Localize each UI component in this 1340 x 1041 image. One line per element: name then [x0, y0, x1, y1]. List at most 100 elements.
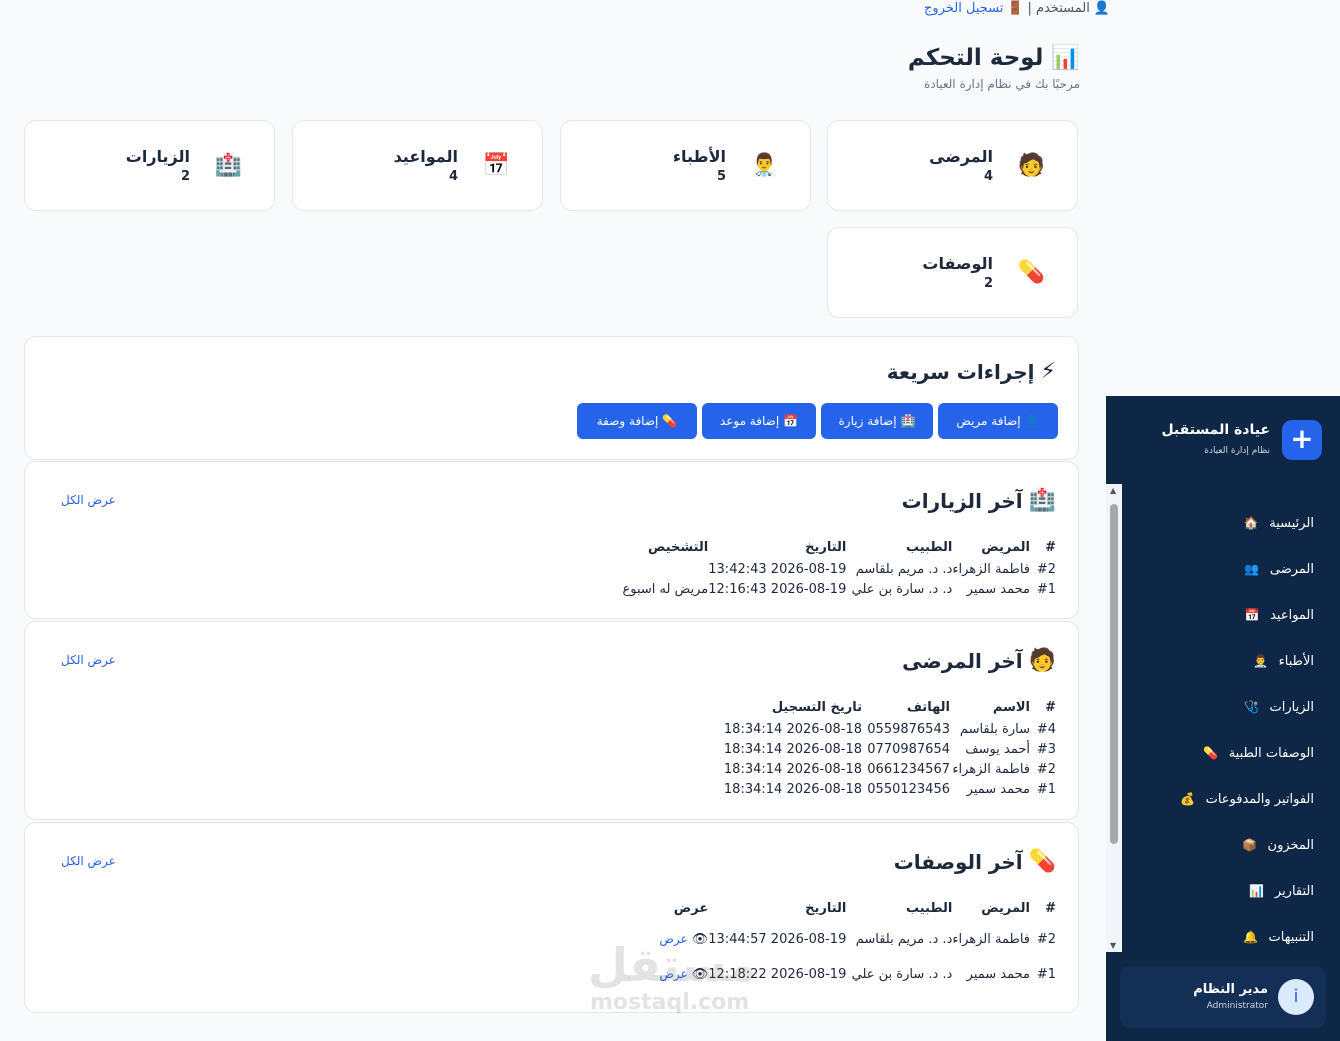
col-header: عرض: [673, 901, 709, 916]
table-header: # الاسم الهاتف تاريخ التسجيل: [724, 700, 1056, 719]
col-header: تاريخ التسجيل: [771, 700, 862, 715]
col-header: التشخيص: [647, 540, 709, 555]
user-role: Administrator: [1206, 1001, 1268, 1011]
logout-link[interactable]: تسجيل الخروج: [924, 1, 1003, 16]
col-header: الطبيب: [905, 901, 953, 916]
stat-card-prescriptions[interactable]: 💊 الوصفات 2: [827, 227, 1078, 318]
scroll-thumb[interactable]: [1110, 504, 1118, 844]
view-all-link[interactable]: عرض الكل: [61, 854, 116, 868]
doctor-icon: 👨‍⚕️: [1253, 654, 1269, 668]
quick-actions: 👤 إضافة مريض 🏥 إضافة زيارة 📅 إضافة موعد …: [577, 403, 1058, 439]
users-icon: 👥: [1244, 562, 1260, 576]
table-row: #2 فاطمة الزهراء د. د. مريم بلقاسم 2026-…: [708, 562, 1056, 577]
home-icon: 🏠: [1243, 516, 1259, 530]
view-all-link[interactable]: عرض الكل: [61, 493, 116, 507]
user-label: المستخدم: [1035, 0, 1090, 16]
col-header: الهاتف: [906, 700, 950, 715]
user-profile[interactable]: i مدير النظام Administrator: [1120, 966, 1326, 1028]
pill-icon: 💊: [662, 414, 678, 428]
user-icon: 👤: [1024, 414, 1040, 428]
sidebar-scrollbar[interactable]: ▲ ▼: [1106, 484, 1122, 952]
stat-card-appointments[interactable]: 📅 المواعيد 4: [292, 120, 543, 211]
money-bag-icon: 💰: [1180, 792, 1196, 806]
watermark-logo: مستقل: [588, 938, 757, 992]
sidebar-nav: 🏠 الرئيسية 👥 المرضى 📅 المواعيد 👨‍⚕️ الأط…: [1122, 484, 1340, 952]
sidebar: + عيادة المستقبل نظام إدارة العيادة ▲ ▼ …: [1106, 396, 1340, 1041]
add-prescription-button[interactable]: 💊 إضافة وصفة: [577, 403, 697, 439]
stat-label: الوصفات: [922, 254, 993, 273]
latest-prescriptions-panel: 💊 آخر الوصفات عرض الكل # المريض الطبيب ا…: [24, 822, 1079, 1013]
stat-value: 4: [448, 169, 458, 184]
sidebar-item-billing[interactable]: 💰 الفواتير والمدفوعات: [1180, 788, 1314, 810]
table-header: # المريض الطبيب التاريخ عرض: [638, 901, 1056, 920]
chart-icon: 📊: [1051, 45, 1080, 71]
pill-icon: 💊: [1203, 746, 1219, 760]
stat-value: 2: [180, 169, 190, 184]
quick-actions-panel: ⚡ إجراءات سريعة 👤 إضافة مريض 🏥 إضافة زيا…: [24, 336, 1079, 460]
panel-title: 🏥 آخر الزيارات: [901, 488, 1056, 513]
stethoscope-icon: 🩺: [1244, 700, 1260, 714]
add-visit-button[interactable]: 🏥 إضافة زيارة: [821, 403, 933, 439]
user-icon: 👤: [1093, 0, 1110, 16]
sidebar-item-appointments[interactable]: 📅 المواعيد: [1244, 604, 1314, 626]
latest-patients-panel: 🧑 آخر المرضى عرض الكل # الاسم الهاتف تار…: [24, 621, 1079, 820]
sidebar-item-patients[interactable]: 👥 المرضى: [1244, 558, 1314, 580]
calendar-icon: 📅: [783, 414, 799, 428]
sidebar-item-home[interactable]: 🏠 الرئيسية: [1243, 512, 1314, 534]
calendar-icon: 📅: [482, 153, 510, 178]
stat-card-visits[interactable]: 🏥 الزيارات 2: [24, 120, 275, 211]
bell-icon: 🔔: [1243, 930, 1258, 944]
user-name: مدير النظام: [1193, 982, 1268, 997]
box-icon: 📦: [1242, 838, 1257, 852]
page-subtitle: مرحبًا بك في نظام إدارة العيادة: [923, 77, 1080, 91]
page-header: 📊 لوحة التحكم مرحبًا بك في نظام إدارة ال…: [860, 44, 1080, 91]
add-appointment-button[interactable]: 📅 إضافة موعد: [702, 403, 816, 439]
chart-icon: 📊: [1249, 884, 1265, 898]
add-patient-button[interactable]: 👤 إضافة مريض: [938, 403, 1058, 439]
stat-label: المرضى: [929, 147, 993, 166]
panel-title: ⚡ إجراءات سريعة: [886, 359, 1056, 384]
doctor-icon: 👨‍⚕️: [750, 153, 778, 178]
col-header: الاسم: [992, 700, 1030, 715]
user-bar: 👤 المستخدم | 🚪 تسجيل الخروج: [900, 0, 1110, 16]
stat-label: الأطباء: [672, 147, 726, 166]
brand-subtitle: نظام إدارة العيادة: [1204, 446, 1270, 456]
col-header: #: [1045, 700, 1056, 715]
col-header: التاريخ: [805, 540, 847, 555]
stat-label: الزيارات: [125, 147, 190, 166]
separator: |: [1027, 0, 1032, 16]
pill-icon: 💊: [1028, 849, 1056, 874]
patients-table: # الاسم الهاتف تاريخ التسجيل #4 سارة بلق…: [724, 700, 1056, 799]
sidebar-item-doctors[interactable]: 👨‍⚕️ الأطباء: [1253, 650, 1314, 672]
plus-logo-icon: +: [1282, 420, 1322, 460]
stat-value: 5: [716, 169, 726, 184]
hospital-icon: 🏥: [214, 153, 242, 178]
latest-visits-panel: 🏥 آخر الزيارات عرض الكل # المريض الطبيب …: [24, 461, 1079, 619]
sidebar-item-alerts[interactable]: 🔔 التنبيهات: [1243, 926, 1314, 948]
table-row: #1 محمد سمير 0550123456 2026-08-18 18:34…: [723, 782, 1056, 797]
lightning-icon: ⚡: [1040, 359, 1056, 384]
col-header: الطبيب: [905, 540, 953, 555]
page-title: 📊 لوحة التحكم: [907, 45, 1080, 71]
logout-icon: 🚪: [1007, 0, 1024, 16]
col-header: التاريخ: [805, 901, 847, 916]
panel-title: 🧑 آخر المرضى: [902, 648, 1056, 673]
stat-value: 4: [983, 169, 993, 184]
stat-card-patients[interactable]: 🧑 المرضى 4: [827, 120, 1078, 211]
patient-icon: 🧑: [1017, 153, 1045, 178]
brand-name: عيادة المستقبل: [1161, 422, 1270, 438]
stat-card-doctors[interactable]: 👨‍⚕️ الأطباء 5: [560, 120, 811, 211]
view-all-link[interactable]: عرض الكل: [61, 653, 116, 667]
stat-label: المواعيد: [393, 147, 458, 166]
watermark-url: mostaql.com: [590, 990, 750, 1015]
sidebar-item-inventory[interactable]: 📦 المخزون: [1242, 834, 1314, 856]
avatar: i: [1278, 979, 1314, 1015]
scroll-down-icon[interactable]: ▼: [1110, 941, 1116, 950]
sidebar-item-reports[interactable]: 📊 التقارير: [1249, 880, 1314, 902]
hospital-icon: 🏥: [900, 414, 916, 428]
col-header: #: [1045, 540, 1056, 555]
sidebar-item-visits[interactable]: 🩺 الزيارات: [1244, 696, 1314, 718]
col-header: المريض: [981, 901, 1030, 916]
scroll-up-icon[interactable]: ▲: [1110, 486, 1116, 495]
sidebar-item-prescriptions[interactable]: 💊 الوصفات الطبية: [1203, 742, 1314, 764]
